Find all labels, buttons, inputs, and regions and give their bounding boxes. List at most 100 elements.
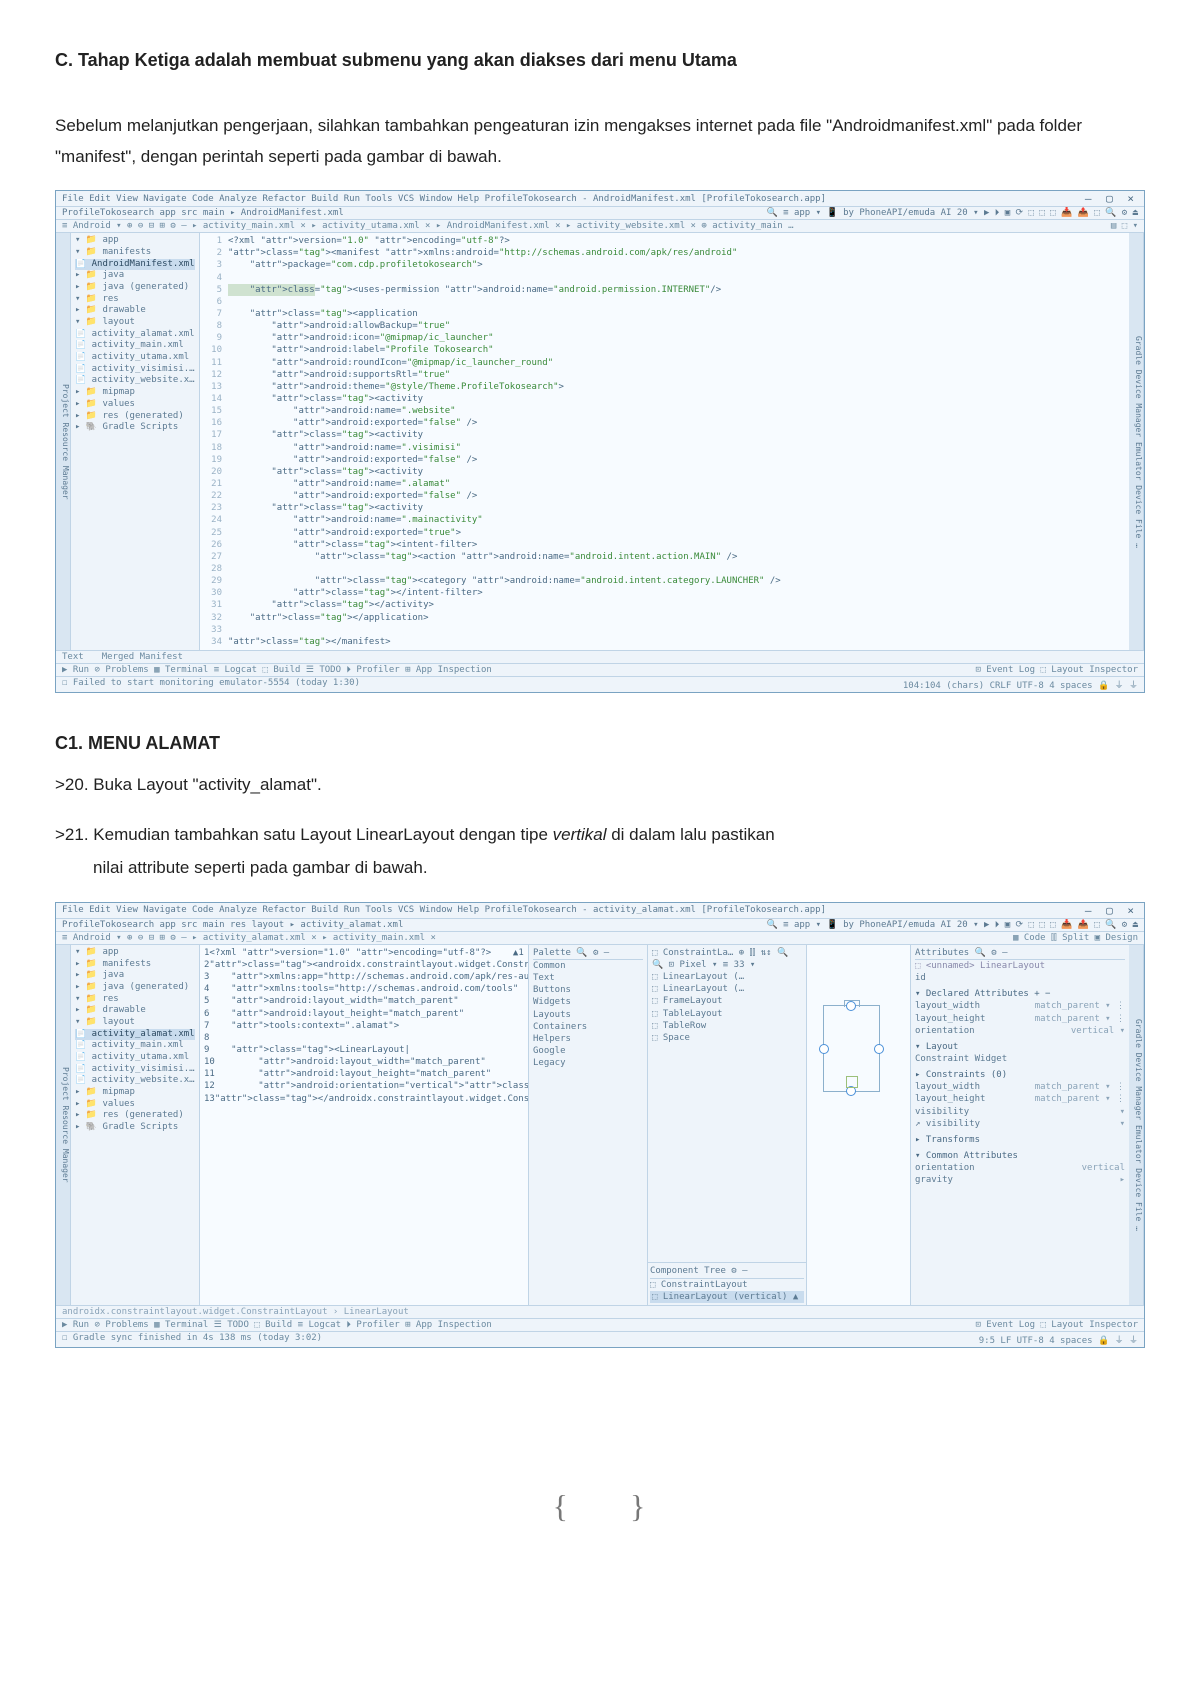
ide2-attributes-panel[interactable]: Attributes 🔍 ⚙ – ⬚ <unnamed> LinearLayou… [911, 945, 1129, 1305]
attribute-row[interactable]: layout_widthmatch_parent ▾ ⋮ [915, 1000, 1125, 1012]
code-line[interactable]: 2"attr">class="tag"><androidx.constraint… [204, 959, 524, 971]
palette-category[interactable]: Text [533, 972, 643, 984]
project-item[interactable]: 📄 activity_alamat.xml [75, 329, 195, 341]
palette-item[interactable]: ⬚ ConstraintLa… ⊕ ⫿⫿ ⇅↕ 🔍 🔍 ⊡ Pixel ▾ ≡ … [652, 947, 802, 971]
ide2-bottom-tools[interactable]: ▶ Run ⊘ Problems ▦ Terminal ☰ TODO ⬚ Bui… [62, 1320, 492, 1330]
ide2-view-modes[interactable]: ▦ Code ⫿⫿ Split ▣ Design [1013, 933, 1138, 943]
code-line[interactable]: 9 "attr">android:icon="@mipmap/ic_launch… [204, 332, 1125, 344]
code-line[interactable]: 16 "attr">android:exported="false" /> [204, 417, 1125, 429]
code-line[interactable]: 8 "attr">android:allowBackup="true" [204, 320, 1125, 332]
project-item[interactable]: ▸ 📁 res (generated) [75, 1110, 195, 1122]
project-item[interactable]: ▸ 📁 manifests [75, 959, 195, 971]
palette-item[interactable]: ⬚ TableLayout [652, 1008, 802, 1020]
code-line[interactable]: 7 "attr">class="tag"><application [204, 308, 1125, 320]
code-line[interactable]: 1<?xml "attr">version="1.0" "attr">encod… [204, 947, 524, 959]
project-item[interactable]: 📄 activity_visimisi.xml [75, 364, 195, 376]
ide1-toolbar-right[interactable]: 🔍 ≡ app ▾ 📱 by PhoneAPI/emuda AI 20 ▾ ▶ … [766, 208, 1138, 218]
attribute-row[interactable]: gravity▸ [915, 1174, 1125, 1186]
palette-item[interactable]: ⬚ FrameLayout [652, 995, 802, 1007]
ide2-toolbar-right[interactable]: 🔍 ≡ app ▾ 📱 by PhoneAPI/emuda AI 20 ▾ ▶ … [766, 920, 1138, 930]
ide1-right-bar[interactable]: Gradle Device Manager Emulator Device Fi… [1129, 233, 1144, 650]
code-line[interactable]: 27 "attr">class="tag"><action "attr">and… [204, 551, 1125, 563]
project-item[interactable]: ▾ 📁 manifests [75, 247, 195, 259]
attribute-row[interactable]: Constraint Widget [915, 1053, 1125, 1065]
ide2-editor-tabs[interactable]: ≡ Android ▾ ⊕ ⊖ ⊟ ⊞ ⚙ – ▸ activity_alama… [62, 933, 436, 943]
code-line[interactable]: 1<?xml "attr">version="1.0" "attr">encod… [204, 235, 1125, 247]
project-item[interactable]: ▸ 📁 mipmap [75, 1087, 195, 1099]
code-line[interactable]: 17 "attr">class="tag"><activity [204, 429, 1125, 441]
code-line[interactable]: 20 "attr">class="tag"><activity [204, 466, 1125, 478]
code-line[interactable]: 21 "attr">android:name=".alamat" [204, 478, 1125, 490]
ide2-design-canvas[interactable] [807, 945, 911, 1305]
code-line[interactable]: 28 [204, 563, 1125, 575]
ide2-toolwindow-bar[interactable]: Project Resource Manager [56, 945, 71, 1305]
attribute-row[interactable]: ▾ Declared Attributes + − [915, 988, 1125, 1000]
window-controls[interactable]: – ▢ × [1085, 192, 1138, 205]
attribute-row[interactable]: layout_heightmatch_parent ▾ ⋮ [915, 1013, 1125, 1025]
project-item[interactable]: ▾ 📁 app [75, 235, 195, 247]
device-preview[interactable] [823, 1005, 880, 1092]
project-item[interactable]: ▸ 📁 drawable [75, 1005, 195, 1017]
code-line[interactable]: 30 "attr">class="tag"></intent-filter> [204, 587, 1125, 599]
code-line[interactable]: 34"attr">class="tag"></manifest> [204, 636, 1125, 648]
component-tree-item[interactable]: ⬚ ConstraintLayout [650, 1279, 804, 1291]
attribute-row[interactable]: orientationvertical [915, 1162, 1125, 1174]
ide2-bottom-right[interactable]: ⊡ Event Log ⬚ Layout Inspector [975, 1320, 1138, 1330]
code-line[interactable]: 5 "attr">class="tag"><uses-permission "a… [204, 284, 1125, 296]
palette-category[interactable]: Containers [533, 1021, 643, 1033]
ide2-component-tree[interactable]: ⬚ ConstraintLa… ⊕ ⫿⫿ ⇅↕ 🔍 🔍 ⊡ Pixel ▾ ≡ … [648, 945, 807, 1305]
project-item[interactable]: 📄 activity_visimisi.xml [75, 1064, 195, 1076]
code-line[interactable]: 4 "attr">xmlns:tools="http://schemas.and… [204, 983, 524, 995]
project-item[interactable]: ▾ 📁 res [75, 294, 195, 306]
ide1-breadcrumb[interactable]: ProfileTokosearch app src main ▸ Android… [62, 208, 344, 218]
project-item[interactable]: ▸ 📁 java (generated) [75, 982, 195, 994]
code-line[interactable]: 26 "attr">class="tag"><intent-filter> [204, 539, 1125, 551]
code-line[interactable]: 32 "attr">class="tag"></application> [204, 612, 1125, 624]
attribute-row[interactable]: id [915, 972, 1125, 984]
ide1-editor-mode[interactable]: ▤ ⬚ ▾ [1111, 221, 1138, 231]
code-line[interactable]: 3 "attr">xmlns:app="http://schemas.andro… [204, 971, 524, 983]
attribute-row[interactable]: orientationvertical ▾ [915, 1025, 1125, 1037]
code-line[interactable]: 5 "attr">android:layout_width="match_par… [204, 995, 524, 1007]
code-line[interactable]: 19 "attr">android:exported="false" /> [204, 454, 1125, 466]
project-item[interactable]: ▸ 📁 res (generated) [75, 411, 195, 423]
project-item[interactable]: 📄 activity_website.xml [75, 375, 195, 387]
project-item[interactable]: 📄 activity_main.xml [75, 340, 195, 352]
project-item[interactable]: ▾ 📁 app [75, 947, 195, 959]
project-item[interactable]: ▾ 📁 res [75, 994, 195, 1006]
code-line[interactable]: 12 "attr">android:orientation="vertical"… [204, 1080, 524, 1092]
attribute-row[interactable]: ▾ Layout [915, 1041, 1125, 1053]
project-item[interactable]: ▸ 📁 values [75, 1099, 195, 1111]
palette-item[interactable]: ⬚ Space [652, 1032, 802, 1044]
code-line[interactable]: 13"attr">class="tag"></androidx.constrai… [204, 1093, 524, 1105]
code-line[interactable]: 11 "attr">android:roundIcon="@mipmap/ic_… [204, 357, 1125, 369]
ide1-toolwindow-bar[interactable]: Project Resource Manager [56, 233, 71, 650]
code-line[interactable]: 10 "attr">android:label="Profile Tokosea… [204, 344, 1125, 356]
project-item[interactable]: 📄 activity_website.xml [75, 1075, 195, 1087]
palette-item[interactable]: ⬚ LinearLayout (… [652, 983, 802, 995]
palette-category[interactable]: Legacy [533, 1057, 643, 1069]
palette-item[interactable]: ⬚ TableRow [652, 1020, 802, 1032]
project-item[interactable]: 📄 activity_utama.xml [75, 1052, 195, 1064]
project-item[interactable]: 📄 AndroidManifest.xml [75, 259, 195, 271]
code-line[interactable]: 18 "attr">android:name=".visimisi" [204, 442, 1125, 454]
project-item[interactable]: ▸ 📁 mipmap [75, 387, 195, 399]
ide1-editor-tabs[interactable]: ≡ Android ▾ ⊕ ⊖ ⊟ ⊞ ⚙ – ▸ activity_main.… [62, 221, 794, 231]
code-line[interactable]: 25 "attr">android:exported="true"> [204, 527, 1125, 539]
project-item[interactable]: 📄 activity_main.xml [75, 1040, 195, 1052]
code-line[interactable]: 12 "attr">android:supportsRtl="true" [204, 369, 1125, 381]
project-item[interactable]: ▸ 📁 java [75, 970, 195, 982]
window-controls[interactable]: – ▢ × [1085, 904, 1138, 917]
code-line[interactable]: 8 [204, 1032, 524, 1044]
project-item[interactable]: ▸ 📁 drawable [75, 305, 195, 317]
code-line[interactable]: 10 "attr">android:layout_width="match_pa… [204, 1056, 524, 1068]
palette-category[interactable]: Widgets [533, 996, 643, 1008]
code-line[interactable]: 14 "attr">class="tag"><activity [204, 393, 1125, 405]
palette-category[interactable]: Helpers [533, 1033, 643, 1045]
project-item[interactable]: 📄 activity_utama.xml [75, 352, 195, 364]
code-line[interactable]: 6 "attr">android:layout_height="match_pa… [204, 1008, 524, 1020]
ide2-code-editor[interactable]: 1<?xml "attr">version="1.0" "attr">encod… [200, 945, 529, 1305]
code-line[interactable]: 4 [204, 272, 1125, 284]
palette-category[interactable]: Common [533, 960, 643, 972]
code-line[interactable]: 31 "attr">class="tag"></activity> [204, 599, 1125, 611]
